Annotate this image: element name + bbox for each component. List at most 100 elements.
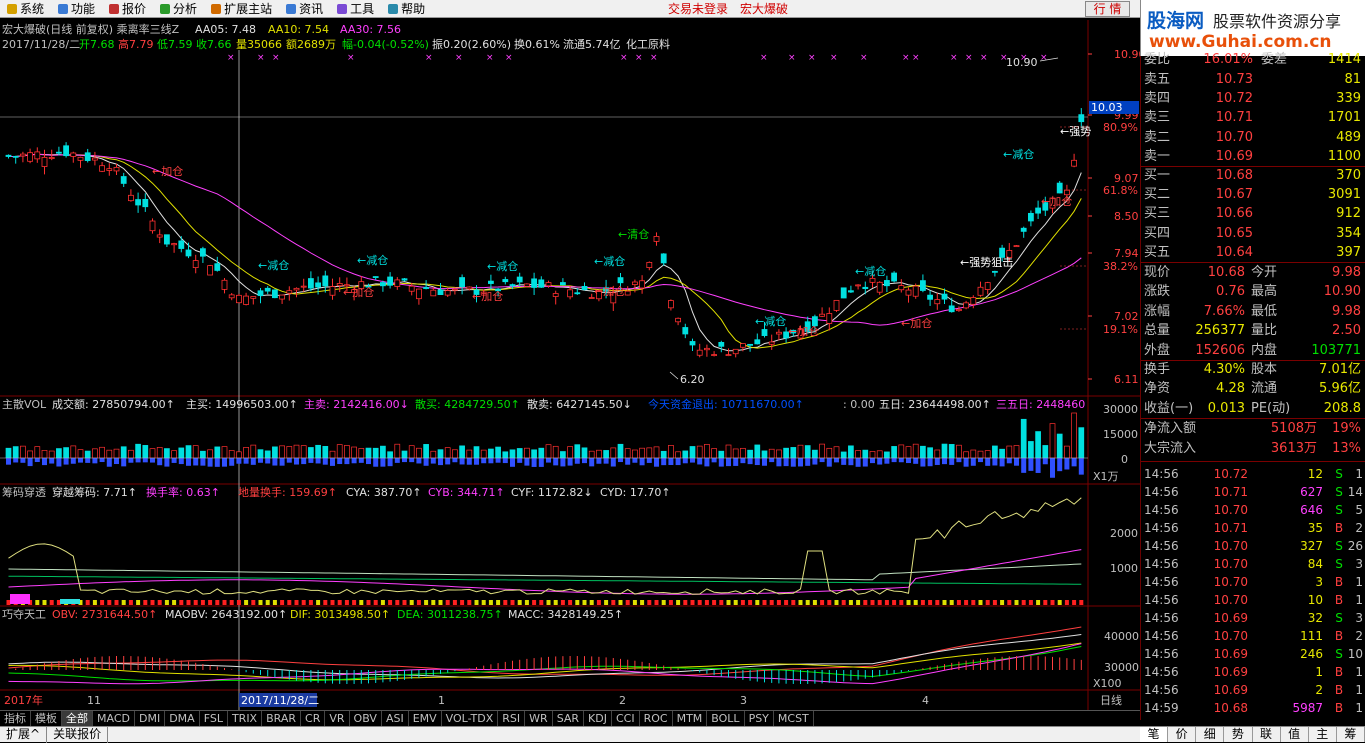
volume-bar bbox=[603, 450, 609, 459]
indicator-tab-13[interactable]: EMV bbox=[409, 711, 442, 726]
macd-line-0 bbox=[8, 626, 1082, 676]
chip-bar bbox=[575, 600, 580, 605]
signal-x-mark: × bbox=[635, 53, 643, 63]
quote-tab-3[interactable]: 势 bbox=[1224, 727, 1253, 742]
price-axis-tick: 10.90 bbox=[1114, 48, 1140, 61]
indicator-tab-24[interactable]: MCST bbox=[774, 711, 814, 726]
tick-row[interactable]: 14:59 10.68 5987 B 1 bbox=[1141, 699, 1365, 717]
sell-volume: 1701 bbox=[1327, 110, 1361, 126]
indicator-tab-7[interactable]: TRIX bbox=[228, 711, 263, 726]
trade-login-status[interactable]: 交易未登录 bbox=[668, 0, 728, 18]
chip-bar bbox=[791, 600, 796, 605]
tick-row[interactable]: 14:56 10.70 10 B 1 bbox=[1141, 591, 1365, 609]
indicator-tab-21[interactable]: MTM bbox=[673, 711, 708, 726]
chip-bar bbox=[978, 600, 983, 605]
quote-tab-0[interactable]: 笔 bbox=[1140, 727, 1169, 742]
tick-row[interactable]: 14:56 10.71 35 B 2 bbox=[1141, 519, 1365, 537]
volume-bar bbox=[41, 450, 48, 459]
vol-fund-out: 今天资金退出: 10711670.00↑ bbox=[648, 397, 804, 411]
indicator-tab-16[interactable]: WR bbox=[525, 711, 553, 726]
tick-row[interactable]: 14:56 10.70 327 S 26 bbox=[1141, 537, 1365, 555]
volume-neg-bar bbox=[819, 458, 825, 463]
volume-neg-bar bbox=[99, 458, 105, 463]
buy-volume: 3091 bbox=[1327, 187, 1361, 203]
annotation-12: ←加仓 bbox=[901, 316, 932, 330]
menu-item-4[interactable]: 扩展主站 bbox=[204, 0, 279, 18]
indicator-tab-1[interactable]: 模板 bbox=[31, 711, 62, 726]
indicator-tab-12[interactable]: ASI bbox=[382, 711, 409, 726]
tick-row[interactable]: 14:56 10.69 2 B 1 bbox=[1141, 681, 1365, 699]
indicator-tab-6[interactable]: FSL bbox=[200, 711, 228, 726]
volume-bar bbox=[1042, 445, 1049, 459]
chip-bar bbox=[546, 600, 551, 605]
chip-bar bbox=[352, 600, 357, 605]
menu-item-7[interactable]: 帮助 bbox=[381, 0, 432, 18]
volume-bar bbox=[884, 451, 890, 459]
tick-row[interactable]: 14:56 10.70 111 B 2 bbox=[1141, 627, 1365, 645]
signal-x-mark: × bbox=[425, 53, 433, 63]
signal-x-mark: × bbox=[808, 53, 816, 63]
quote-button[interactable]: 行 情 bbox=[1085, 1, 1130, 17]
tick-row[interactable]: 14:56 10.72 12 S 1 bbox=[1141, 465, 1365, 483]
indicator-tab-3[interactable]: MACD bbox=[93, 711, 135, 726]
volume-bar bbox=[380, 445, 386, 459]
tick-row[interactable]: 14:56 10.69 1 B 1 bbox=[1141, 663, 1365, 681]
quote-tab-7[interactable]: 筹 bbox=[1337, 727, 1365, 742]
quote-tab-1[interactable]: 价 bbox=[1168, 727, 1197, 742]
indicator-tab-23[interactable]: PSY bbox=[745, 711, 774, 726]
candle-body bbox=[466, 286, 473, 290]
extend-button[interactable]: 扩展^ bbox=[0, 727, 48, 743]
tick-row[interactable]: 14:56 10.69 246 S 10 bbox=[1141, 645, 1365, 663]
indicator-tab-2[interactable]: 全部 bbox=[62, 711, 93, 726]
indicator-tab-18[interactable]: KDJ bbox=[584, 711, 612, 726]
stats2-row-2: 收益(一) 0.013 PE(动) 208.8 bbox=[1141, 399, 1365, 418]
menu-item-0[interactable]: 系统 bbox=[0, 0, 51, 18]
candle-body bbox=[34, 151, 41, 160]
chip-bar bbox=[668, 600, 673, 605]
menu-item-6[interactable]: 工具 bbox=[330, 0, 381, 18]
indicator-tab-4[interactable]: DMI bbox=[135, 711, 166, 726]
volume-bar bbox=[610, 447, 617, 459]
indicator-tab-0[interactable]: 指标 bbox=[0, 711, 31, 726]
indicator-tab-19[interactable]: CCI bbox=[612, 711, 640, 726]
kline-chart-svg[interactable]: 宏大爆破(日线 前复权) 乘离率三线Z AA05: 7.48 AA10: 7.5… bbox=[0, 20, 1146, 710]
indicator-tab-9[interactable]: CR bbox=[301, 711, 326, 726]
quote-tab-6[interactable]: 主 bbox=[1309, 727, 1337, 742]
volume-neg-bar bbox=[330, 458, 335, 466]
menu-item-5[interactable]: 资讯 bbox=[279, 0, 330, 18]
volume-bar bbox=[941, 443, 948, 459]
related-quote-button[interactable]: 关联报价 bbox=[47, 727, 109, 743]
chip-bar bbox=[1007, 600, 1012, 605]
tick-row[interactable]: 14:56 10.69 32 S 3 bbox=[1141, 609, 1365, 627]
quote-tab-2[interactable]: 细 bbox=[1196, 727, 1225, 742]
candle-body bbox=[848, 290, 854, 293]
chart-area[interactable]: 宏大爆破(日线 前复权) 乘离率三线Z AA05: 7.48 AA10: 7.5… bbox=[0, 20, 1146, 710]
chip-bar bbox=[604, 600, 609, 605]
volume-neg-bar bbox=[502, 458, 508, 464]
tick-row[interactable]: 14:56 10.71 627 S 14 bbox=[1141, 483, 1365, 501]
menu-item-2[interactable]: 报价 bbox=[102, 0, 153, 18]
indicator-tab-20[interactable]: ROC bbox=[640, 711, 673, 726]
volume-bar bbox=[401, 450, 408, 459]
indicator-tab-15[interactable]: RSI bbox=[498, 711, 526, 726]
quote-tab-4[interactable]: 联 bbox=[1253, 727, 1281, 742]
indicator-tab-8[interactable]: BRAR bbox=[262, 711, 302, 726]
indicator-tab-17[interactable]: SAR bbox=[553, 711, 585, 726]
chip-bar bbox=[6, 600, 11, 605]
volume-bar bbox=[682, 450, 689, 459]
period-label[interactable]: 日线 bbox=[1100, 693, 1122, 707]
menu-item-3[interactable]: 分析 bbox=[153, 0, 204, 18]
indicator-tab-10[interactable]: VR bbox=[325, 711, 350, 726]
candle-body bbox=[437, 289, 444, 295]
indicator-tab-11[interactable]: OBV bbox=[350, 711, 382, 726]
menu-item-1[interactable]: 功能 bbox=[51, 0, 102, 18]
indicator-tab-5[interactable]: DMA bbox=[165, 711, 200, 726]
tick-row[interactable]: 14:56 10.70 84 S 3 bbox=[1141, 555, 1365, 573]
tick-row[interactable]: 14:56 10.70 3 B 1 bbox=[1141, 573, 1365, 591]
volume-bar bbox=[574, 444, 581, 459]
quote-tab-5[interactable]: 值 bbox=[1281, 727, 1309, 742]
indicator-tab-14[interactable]: VOL-TDX bbox=[442, 711, 499, 726]
indicator-tab-22[interactable]: BOLL bbox=[707, 711, 745, 726]
tick-row[interactable]: 14:56 10.70 646 S 5 bbox=[1141, 501, 1365, 519]
buy-price: 10.68 bbox=[1215, 168, 1253, 183]
